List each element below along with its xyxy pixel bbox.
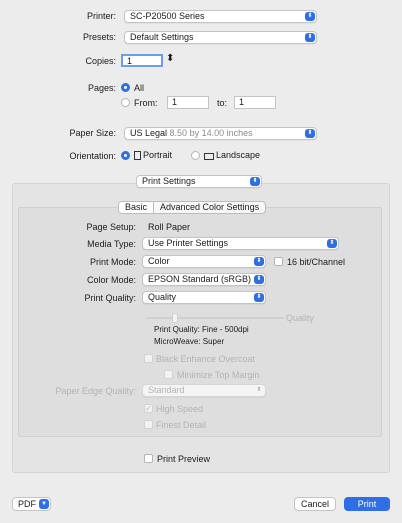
orientation-landscape-radio[interactable]	[191, 151, 200, 160]
pages-from-radio[interactable]	[121, 98, 130, 107]
popup-chevron-icon: ⬍	[256, 387, 262, 393]
paper-size-label: Paper Size:	[69, 128, 116, 138]
high-speed-checkbox: ✓	[144, 404, 153, 413]
printer-value: SC-P20500 Series	[130, 11, 205, 21]
bit16-checkbox[interactable]	[274, 257, 283, 266]
tab-advanced-color[interactable]: Advanced Color Settings	[154, 202, 265, 213]
quality-detail: Print Quality: Fine - 500dpi	[154, 325, 249, 334]
print-preview-checkbox[interactable]	[144, 454, 153, 463]
page-setup-value: Roll Paper	[148, 222, 191, 232]
pages-all-label: All	[134, 83, 145, 93]
panel-menu-popup[interactable]: Print Settings ⬍	[136, 175, 262, 188]
bit16-label: 16 bit/Channel	[287, 257, 346, 267]
finest-detail-label: Finest Detail	[156, 420, 207, 430]
paper-size-dimensions: 8.50 by 14.00 inches	[169, 128, 253, 138]
popup-chevron-icon: ⬍	[254, 293, 264, 302]
copies-stepper[interactable]: ⬍	[166, 53, 174, 64]
pages-to-field[interactable]: 1	[234, 96, 276, 109]
media-type-popup[interactable]: Use Printer Settings ⬍	[142, 237, 339, 250]
orientation-landscape-label: Landscape	[216, 150, 261, 160]
black-enhance-label: Black Enhance Overcoat	[156, 354, 256, 364]
copies-label: Copies:	[85, 56, 116, 66]
orientation-landscape-option: Landscape	[204, 150, 260, 160]
orientation-portrait-label: Portrait	[143, 150, 173, 160]
print-mode-label: Print Mode:	[89, 257, 136, 267]
settings-tabs: Basic Advanced Color Settings	[118, 201, 267, 214]
print-quality-popup[interactable]: Quality ⬍	[142, 291, 266, 304]
popup-chevron-icon: ⬍	[254, 275, 264, 284]
high-speed-label: High Speed	[156, 404, 204, 414]
cancel-button[interactable]: Cancel	[294, 497, 336, 511]
pages-from-field[interactable]: 1	[167, 96, 209, 109]
color-mode-label: Color Mode:	[86, 275, 136, 285]
pdf-menu-button[interactable]: PDF ▼	[12, 497, 51, 511]
quality-slider-end-label: Quality	[286, 313, 315, 323]
color-mode-popup[interactable]: EPSON Standard (sRGB) ⬍	[142, 273, 266, 286]
popup-chevron-icon: ⬍	[305, 129, 315, 138]
paper-size-value: US Legal	[130, 128, 168, 138]
panel-menu-value: Print Settings	[142, 176, 196, 186]
paper-edge-label: Paper Edge Quality:	[55, 386, 136, 396]
pdf-label: PDF	[18, 499, 36, 509]
landscape-icon	[204, 153, 214, 160]
print-quality-label: Print Quality:	[84, 293, 136, 303]
print-quality-value: Quality	[148, 292, 177, 302]
copies-field[interactable]: 1	[121, 54, 163, 67]
paper-size-popup[interactable]: US Legal 8.50 by 14.00 inches ⬍	[124, 127, 317, 140]
orientation-portrait-option: Portrait	[134, 150, 172, 160]
quality-slider-knob	[172, 313, 178, 323]
minimize-margin-checkbox	[164, 370, 173, 379]
pages-label: Pages:	[87, 83, 116, 93]
finest-detail-checkbox	[144, 420, 153, 429]
popup-chevron-icon: ⬍	[254, 257, 264, 266]
popup-chevron-icon: ⬍	[327, 239, 337, 248]
printer-label: Printer:	[86, 11, 116, 21]
popup-chevron-icon: ⬍	[250, 177, 260, 186]
color-mode-value: EPSON Standard (sRGB)	[148, 274, 252, 284]
portrait-icon	[134, 151, 141, 160]
pages-all-radio[interactable]	[121, 83, 130, 92]
chevron-down-icon: ▼	[39, 499, 49, 509]
page-setup-label: Page Setup:	[86, 222, 136, 232]
paper-edge-value: Standard	[148, 385, 185, 395]
paper-edge-popup: Standard ⬍	[142, 384, 266, 397]
popup-chevron-icon: ⬍	[305, 33, 315, 42]
pages-to-label: to:	[217, 98, 228, 108]
presets-popup[interactable]: Default Settings ⬍	[124, 31, 317, 44]
orientation-label: Orientation:	[69, 151, 116, 161]
presets-label: Presets:	[82, 32, 116, 42]
pages-from-label: From:	[134, 98, 158, 108]
printer-popup[interactable]: SC-P20500 Series ⬍	[124, 10, 317, 23]
print-mode-popup[interactable]: Color ⬍	[142, 255, 266, 268]
tab-basic[interactable]: Basic	[119, 202, 155, 213]
quality-slider	[146, 317, 284, 319]
microweave-detail: MicroWeave: Super	[154, 337, 225, 346]
media-type-label: Media Type:	[87, 239, 136, 249]
print-mode-value: Color	[148, 256, 170, 266]
orientation-portrait-radio[interactable]	[121, 151, 130, 160]
minimize-margin-label: Minimize Top Margin	[177, 370, 260, 380]
presets-value: Default Settings	[130, 32, 194, 42]
print-preview-label: Print Preview	[157, 454, 211, 464]
popup-chevron-icon: ⬍	[305, 12, 315, 21]
print-button[interactable]: Print	[344, 497, 390, 511]
black-enhance-checkbox	[144, 354, 153, 363]
media-type-value: Use Printer Settings	[148, 238, 229, 248]
